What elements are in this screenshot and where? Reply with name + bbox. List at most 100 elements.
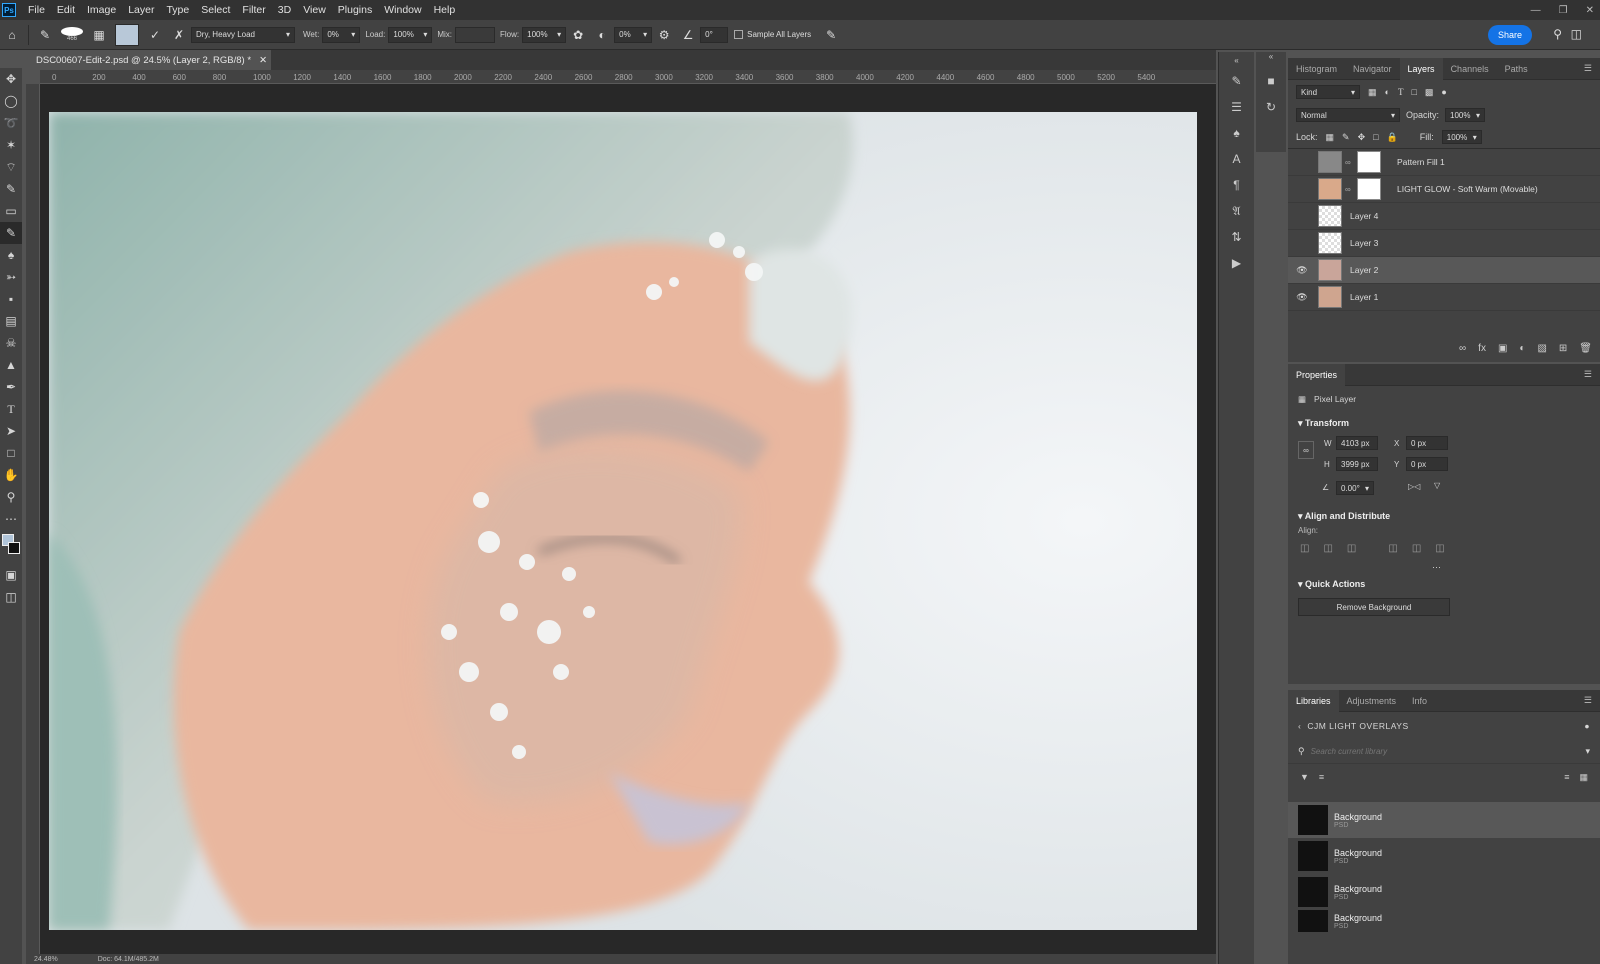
fx-icon[interactable]: fx — [1478, 343, 1486, 354]
flow-field[interactable]: 100% ▾ — [522, 26, 567, 43]
filter-shape-icon[interactable]: □ — [1411, 87, 1416, 97]
layer-mask-thumbnail[interactable] — [1357, 178, 1381, 200]
shape-tool-icon[interactable]: □ — [0, 442, 22, 464]
add-mask-icon[interactable]: ▣ — [1498, 343, 1507, 354]
tab-adjustments[interactable]: Adjustments — [1339, 690, 1405, 712]
layer-row[interactable]: 👁 Layer 1 — [1288, 284, 1600, 311]
lock-artboard-icon[interactable]: □ — [1373, 132, 1378, 142]
share-button[interactable]: Share — [1488, 25, 1532, 45]
rotation-field[interactable]: 0.00° ▾ — [1336, 481, 1374, 495]
wet-field[interactable]: 0% ▾ — [322, 26, 361, 43]
menu-edit[interactable]: Edit — [51, 4, 81, 16]
load-brush-icon[interactable]: ✓ — [147, 27, 163, 43]
filter-adjustment-icon[interactable]: ◐ — [1385, 87, 1390, 97]
eraser-tool-icon[interactable]: ▪ — [0, 288, 22, 310]
eyedropper-tool-icon[interactable]: ✎ — [0, 178, 22, 200]
height-field[interactable]: 3999 px — [1336, 457, 1378, 471]
panel-menu-icon[interactable]: ☰ — [1576, 58, 1600, 80]
close-tab-icon[interactable]: ✕ — [259, 55, 267, 66]
eye-icon[interactable]: 👁 — [1294, 292, 1310, 303]
lock-position-icon[interactable]: ✥ — [1358, 132, 1366, 143]
tab-properties[interactable]: Properties — [1288, 363, 1346, 386]
align-bottom-icon[interactable]: ◫ — [1435, 543, 1444, 554]
list-view-icon[interactable]: ≡ — [1564, 772, 1569, 782]
type-tool-icon[interactable]: T — [0, 398, 22, 420]
align-distribute-section[interactable]: ▾ Align and Distribute — [1288, 505, 1600, 526]
preset-select[interactable]: Dry, Heavy Load ▾ — [191, 26, 295, 43]
library-item[interactable]: Background PSD — [1288, 910, 1600, 932]
x-field[interactable]: 0 px — [1406, 436, 1448, 450]
quick-actions-section[interactable]: ▾ Quick Actions — [1288, 573, 1600, 594]
background-color[interactable] — [8, 542, 20, 554]
eye-icon[interactable]: 👁 — [1294, 265, 1310, 276]
library-item[interactable]: Background PSD — [1288, 838, 1600, 874]
brush-tool-icon[interactable]: ✎ — [0, 222, 22, 244]
align-center-h-icon[interactable]: ◫ — [1323, 543, 1332, 554]
close-window-icon[interactable]: ✕ — [1586, 5, 1594, 16]
lock-transparent-icon[interactable]: ▦ — [1326, 132, 1335, 143]
home-icon[interactable]: ⌂ — [4, 27, 20, 43]
more-options-icon[interactable]: ⋯ — [1288, 562, 1600, 573]
plugins-icon[interactable]: ■ — [1256, 68, 1286, 94]
blur-tool-icon[interactable]: ☠ — [0, 332, 22, 354]
grid-view-icon[interactable]: ▦ — [1579, 772, 1588, 783]
panel-menu-icon[interactable]: ☰ — [1576, 690, 1600, 712]
flip-vertical-icon[interactable]: ▽ — [1434, 481, 1440, 490]
menu-filter[interactable]: Filter — [236, 4, 271, 16]
chevron-down-icon[interactable]: ▾ — [1585, 746, 1590, 757]
menu-help[interactable]: Help — [428, 4, 462, 16]
tab-libraries[interactable]: Libraries — [1288, 689, 1339, 712]
link-dimensions-icon[interactable]: ∞ — [1298, 441, 1314, 459]
menu-layer[interactable]: Layer — [122, 4, 160, 16]
align-center-v-icon[interactable]: ◫ — [1412, 543, 1421, 554]
tab-histogram[interactable]: Histogram — [1288, 58, 1345, 80]
filter-icon[interactable]: ▼ — [1300, 772, 1309, 782]
align-left-icon[interactable]: ◫ — [1300, 543, 1309, 554]
menu-type[interactable]: Type — [160, 4, 195, 16]
workspace-icon[interactable]: ◫ — [1571, 27, 1582, 41]
layer-row[interactable]: 👁 Layer 2 — [1288, 257, 1600, 284]
minimize-icon[interactable]: — — [1531, 5, 1541, 16]
sample-all-checkbox[interactable] — [734, 30, 744, 39]
smoothing-icon[interactable]: ◐ — [594, 27, 610, 43]
pen-tool-icon[interactable]: ✒ — [0, 376, 22, 398]
zoom-level[interactable]: 24.48% — [34, 956, 58, 963]
menu-plugins[interactable]: Plugins — [332, 4, 378, 16]
menu-3d[interactable]: 3D — [272, 4, 297, 16]
back-chevron-icon[interactable]: ‹ — [1298, 721, 1301, 731]
flip-horizontal-icon[interactable]: ▷◁ — [1408, 482, 1420, 491]
glyphs-panel-icon[interactable]: 𝔄 — [1219, 198, 1254, 224]
panel-menu-icon[interactable]: ☰ — [1576, 364, 1600, 386]
canvas-area[interactable] — [40, 84, 1216, 954]
transform-section[interactable]: ▾ Transform — [1288, 412, 1600, 433]
load-swatch[interactable] — [115, 23, 139, 46]
crop-tool-icon[interactable]: ⌔ — [0, 156, 22, 178]
screen-mode-icon[interactable]: ◫ — [0, 586, 22, 608]
stamp-tool-icon[interactable]: ♠ — [0, 244, 22, 266]
tab-layers[interactable]: Layers — [1399, 57, 1443, 80]
collaborators-icon[interactable]: ● — [1584, 721, 1590, 731]
tab-channels[interactable]: Channels — [1443, 58, 1497, 80]
filter-smart-icon[interactable]: ▩ — [1425, 87, 1434, 98]
doc-info[interactable]: Doc: 64.1M/485.2M — [98, 956, 159, 963]
blend-mode-select[interactable]: Normal ▾ — [1296, 108, 1400, 122]
angle-icon[interactable]: ∠ — [680, 27, 696, 43]
mix-field[interactable] — [455, 26, 496, 43]
load-field[interactable]: 100% ▾ — [388, 26, 433, 43]
library-search-input[interactable] — [1310, 747, 1551, 756]
pressure-icon[interactable]: ✎ — [823, 27, 839, 43]
layer-row[interactable]: Layer 3 — [1288, 230, 1600, 257]
library-item[interactable]: Background PSD — [1288, 802, 1600, 838]
tab-paths[interactable]: Paths — [1497, 58, 1536, 80]
marquee-tool-icon[interactable]: ◯ — [0, 90, 22, 112]
sort-icon[interactable]: ≡ — [1319, 772, 1324, 782]
document-tab[interactable]: DSC00607-Edit-2.psd @ 24.5% (Layer 2, RG… — [26, 50, 271, 70]
adjustment-layer-icon[interactable]: ◐ — [1519, 343, 1525, 354]
history-brush-tool-icon[interactable]: ➳ — [0, 266, 22, 288]
layer-mask-thumbnail[interactable] — [1357, 151, 1381, 173]
collapse-arrows-icon[interactable]: « — [1256, 52, 1286, 68]
zoom-tool-icon[interactable]: ⚲ — [0, 486, 22, 508]
adjust-panel-icon[interactable]: ☰ — [1219, 94, 1254, 120]
opacity-field[interactable]: 100% ▾ — [1445, 108, 1486, 122]
play-icon[interactable]: ▶ — [1219, 250, 1254, 276]
